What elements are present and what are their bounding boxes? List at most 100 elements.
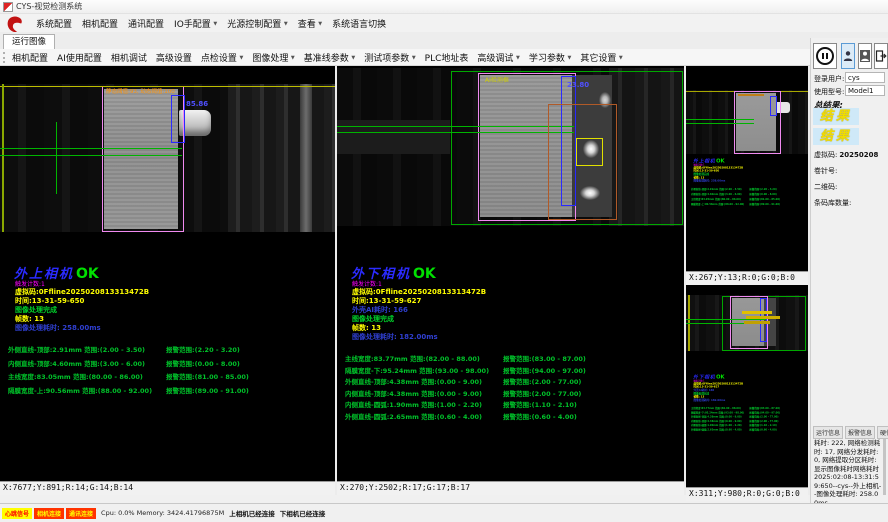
measurement-row: 内侧直线-顶部:4.38mm 范围:(0.00 - 9.00) 报警范围:(2.0…	[345, 388, 671, 400]
toolbar-item-5[interactable]: 图像处理 ▼	[252, 51, 294, 64]
thumbnail-view-lower[interactable]: 外下相机OK 触发计数:1 虚拟码:0Ffline202502081331347…	[686, 288, 808, 487]
time-text: 时间:13-31-59-650	[694, 169, 720, 173]
measurement-row: 内侧直线-顶部:4.38mm 范围:(0.00 - 9.00)报警范围:(2.0…	[691, 419, 808, 423]
measurement-alarm-range: 报警范围:(2.20 - 3.20)	[166, 344, 240, 354]
measure-line-green	[686, 319, 766, 320]
tab-run-image[interactable]: 运行图像	[3, 34, 55, 49]
info-field-2: 二维码:	[814, 182, 886, 198]
measurement-row: 外侧直线-圆弧:2.65mm 范围:(0.60 - 4.00)报警范围:(0.6…	[691, 428, 808, 432]
measure-line-green	[337, 132, 574, 133]
log-tab-bar: 运行信息报警信息硬件信息	[813, 426, 888, 439]
toolbar-item-3[interactable]: 高级设置	[156, 51, 192, 64]
dropdown-arrow-icon: ▼	[282, 21, 287, 27]
menu-item-1[interactable]: 相机配置	[82, 17, 118, 30]
measurement-list: 主线宽度:83.77mm 范围:(82.00 - 88.00)报警范围:(83.…	[345, 353, 671, 423]
ai-elapsed-text: 外壳AI耗时: 166	[694, 388, 715, 392]
dropdown-arrow-icon: ▼	[212, 21, 217, 27]
dropdown-arrow-icon: ▼	[514, 55, 519, 61]
pixel-coordinate-readout: X:267;Y:13;R:0;G:0;B:0	[686, 271, 808, 285]
user-login-button[interactable]	[841, 43, 855, 69]
result-display-upper: 结果	[813, 108, 859, 125]
log-tab-1[interactable]: 报警信息	[845, 426, 875, 439]
camera-view-upper[interactable]: 85.86 静态阈值:93, 动态阈值:100 外上相机OK 触发计数:1 虚拟…	[0, 66, 335, 481]
status-badges: 心跳信号相机连接通讯连接	[2, 508, 96, 519]
pixel-coordinate-readout: X:7677;Y:891;R:14;G:14;B:14	[0, 481, 335, 495]
info-field-label: 虚拟码:	[814, 151, 837, 159]
measurement-row: 主线宽度:83.05mm 范围:(80.00 - 86.00)报警范围:(81.…	[8, 371, 334, 385]
barcode-text: 虚拟码:0Ffline2025020813313472B	[15, 287, 149, 297]
dropdown-arrow-icon: ▼	[238, 55, 243, 61]
measurement-alarm-range: 报警范围:(2.00 - 77.00)	[503, 388, 581, 398]
toolbar-item-4[interactable]: 点检设置 ▼	[201, 51, 243, 64]
measure-line-green	[337, 126, 574, 127]
thumbnail-view-upper[interactable]: 外上相机OK 触发计数:1 虚拟码:0Ffline202502081331347…	[686, 66, 808, 271]
login-user-field[interactable]: cys	[845, 72, 885, 83]
lower-camera-status: 下相机已经连接	[280, 508, 326, 518]
toolbar-item-2[interactable]: 相机调试	[111, 51, 147, 64]
elapsed-text: 图像处理耗时: 258.00ms	[694, 179, 726, 183]
menu-item-0[interactable]: 系统配置	[36, 17, 72, 30]
toolbar: 相机配置 AI使用配置相机调试高级设置点检设置 ▼ 图像处理 ▼ 基准线参数 ▼ 测试项…	[0, 49, 810, 66]
camera-status: OK	[76, 266, 99, 282]
info-field-0: 虚拟码:20250208	[814, 150, 886, 166]
bright-column	[300, 84, 312, 232]
dropdown-arrow-icon: ▼	[617, 55, 622, 61]
result-overlay-upper: 外上相机OK 触发计数:1 虚拟码:0Ffline202502081331347…	[688, 158, 808, 238]
thumbnail-overlay: 外下相机OK 触发计数:1 虚拟码:0Ffline202502081331347…	[688, 374, 808, 484]
measurement-value: 主线宽度:83.77mm 范围:(82.00 - 88.00)	[345, 353, 480, 363]
measurement-row: 隔膜宽度-下:95.24mm 范围:(93.00 - 98.00)报警范围:(9…	[691, 410, 808, 414]
menu-item-2[interactable]: 通讯配置	[128, 17, 164, 30]
elapsed-text: 图像处理耗时: 258.00ms	[15, 323, 101, 333]
model-field[interactable]: Model1	[845, 85, 885, 96]
toolbar-item-0[interactable]: 相机配置	[12, 51, 48, 64]
measurement-alarm-range: 报警范围:(83.00 - 87.00)	[749, 406, 780, 410]
measurement-alarm-range: 报警范围:(1.10 - 2.10)	[503, 399, 577, 409]
info-fields: 虚拟码:20250208卷针号:二维码:条码库数量:	[814, 150, 886, 214]
toolbar-item-6[interactable]: 基准线参数 ▼	[304, 51, 355, 64]
measurement-value: 内侧直线-顶部:4.38mm 范围:(0.00 - 9.00)	[345, 388, 482, 398]
log-tab-2[interactable]: 硬件信息	[877, 426, 888, 439]
measurement-row: 外侧直线-顶部:4.38mm 范围:(0.00 - 9.00)报警范围:(2.0…	[345, 376, 671, 388]
user-settings-button[interactable]	[858, 43, 872, 69]
measurement-value: 隔膜宽度-下:95.24mm 范围:(93.00 - 98.00)	[345, 365, 489, 375]
log-tab-0[interactable]: 运行信息	[813, 426, 843, 439]
measure-line-green	[0, 148, 182, 149]
camera-view-lower[interactable]: AI检测框 23.80 外下相机OK 触发计数:1 虚拟码:0Ffline202…	[337, 66, 684, 481]
toolbar-item-11[interactable]: 其它设置 ▼	[580, 51, 622, 64]
menu-item-3[interactable]: IO手配置 ▼	[174, 17, 217, 30]
pixel-coordinate-readout: X:311;Y:980;R:0;G:0;B:0	[686, 487, 808, 501]
user-icon	[843, 50, 853, 62]
toolbar-drag-handle[interactable]	[3, 52, 8, 63]
measurement-row: 主线宽度:83.05mm 范围:(80.00 - 86.00)报警范围:(81.…	[691, 197, 808, 202]
toolbar-item-8[interactable]: PLC地址表	[425, 51, 469, 64]
dropdown-arrow-icon: ▼	[350, 55, 355, 61]
log-scrollbar[interactable]	[883, 439, 886, 495]
toolbar-item-1[interactable]: AI使用配置	[57, 51, 102, 64]
measurement-row: 内侧直线-顶部:4.60mm 范围:(3.00 - 6.00)报警范围:(0.0…	[691, 192, 808, 197]
menu-item-5[interactable]: 查看 ▼	[298, 17, 322, 30]
measure-line-green-vertical	[56, 122, 57, 194]
result-display-lower: 结果	[813, 128, 859, 145]
exit-button[interactable]	[874, 43, 888, 69]
window-title: CYS-视觉检测系统	[16, 1, 82, 12]
measurement-value: 内侧直线-圆弧:1.90mm 范围:(1.00 - 2.20)	[345, 399, 482, 409]
menu-item-6[interactable]: 系统语言切换	[332, 17, 386, 30]
barcode-text: 虚拟码:0Ffline2025020813313472B	[694, 382, 744, 386]
thumbnail-overlay: 外上相机OK 触发计数:1 虚拟码:0Ffline202502081331347…	[688, 158, 808, 268]
measurement-list: 外侧直线-顶部:2.91mm 范围:(2.00 - 3.50)报警范围:(2.2…	[691, 187, 808, 207]
measure-line-green	[686, 123, 754, 124]
measurement-alarm-range: 报警范围:(2.00 - 77.00)	[749, 419, 778, 423]
menu-item-4[interactable]: 光源控制配置 ▼	[227, 17, 287, 30]
toolbar-item-7[interactable]: 测试项参数 ▼	[364, 51, 415, 64]
trigger-count-text: 触发计数:1	[15, 279, 45, 288]
measurement-value: 内侧直线-顶部:4.60mm 范围:(3.00 - 6.00)	[8, 358, 145, 368]
toolbar-item-10[interactable]: 学习参数 ▼	[529, 51, 571, 64]
measurement-alarm-range: 报警范围:(0.60 - 4.00)	[503, 411, 577, 421]
dropdown-arrow-icon: ▼	[410, 55, 415, 61]
camera-status: OK	[716, 158, 724, 164]
pause-button[interactable]	[813, 43, 837, 69]
measurement-row: 隔膜宽度-下:95.24mm 范围:(93.00 - 98.00)报警范围:(9…	[345, 365, 671, 377]
camera-result-title: 外上相机OK	[693, 157, 724, 164]
toolbar-item-9[interactable]: 高级调试 ▼	[477, 51, 519, 64]
frame-count-text: 帧数: 13	[694, 395, 705, 399]
